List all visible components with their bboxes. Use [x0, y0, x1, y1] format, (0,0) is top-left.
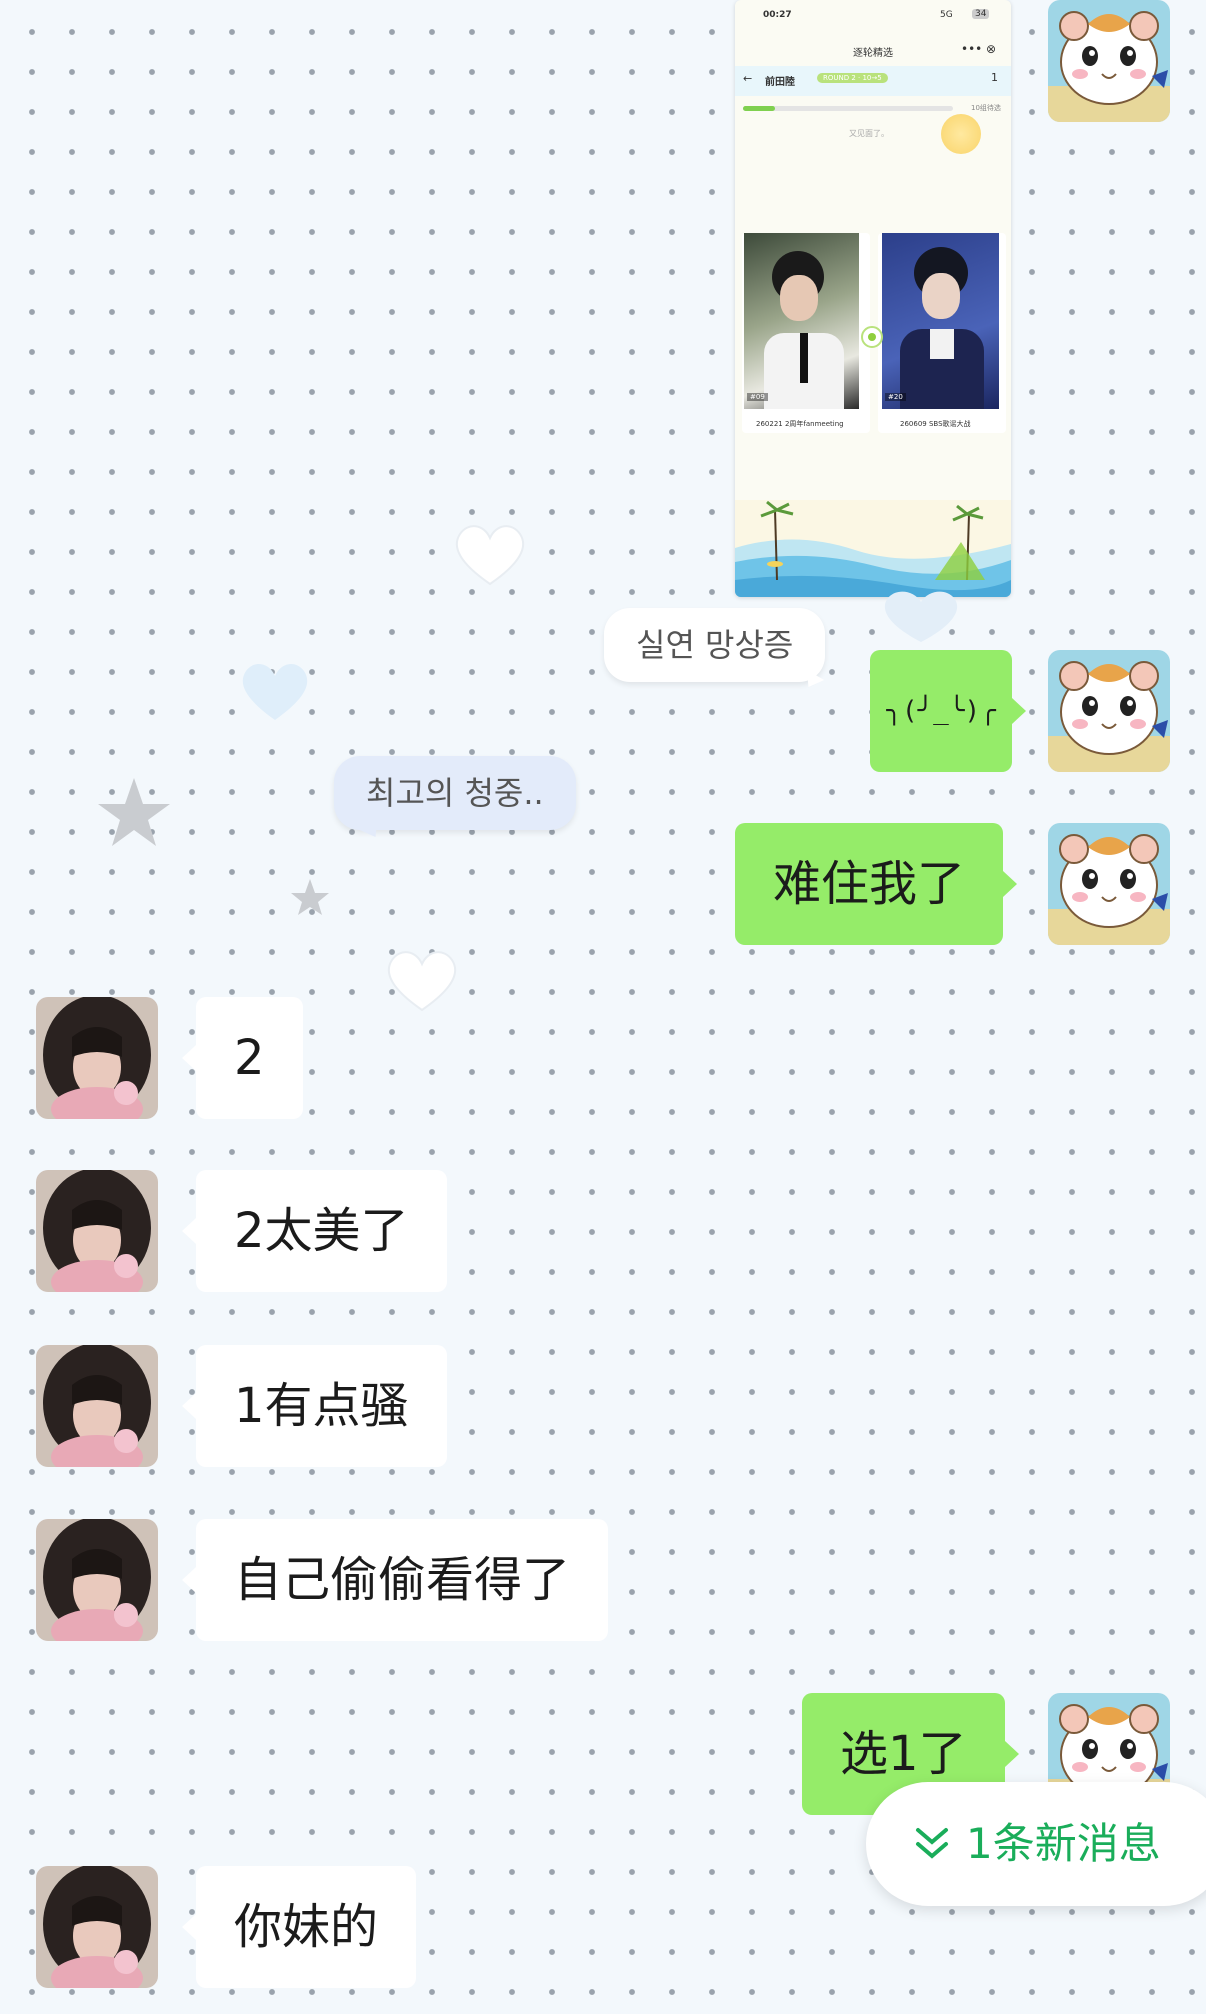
- heart-icon: [242, 663, 308, 720]
- message-bubble-incoming[interactable]: 2: [182, 997, 303, 1119]
- back-arrow-icon: ←: [743, 72, 753, 85]
- battery-indicator: 34: [972, 9, 990, 19]
- contact-avatar-image: [36, 1519, 158, 1641]
- star-icon: [291, 879, 329, 915]
- label-tail: [799, 669, 825, 693]
- star-icon: [98, 778, 170, 846]
- my-avatar[interactable]: [1048, 650, 1170, 772]
- contact-avatar[interactable]: [36, 1866, 158, 1988]
- nav-name: 前田陸: [765, 77, 795, 88]
- message-bubble-incoming[interactable]: 自己偷偷看得了: [181, 1519, 609, 1641]
- card-tag-1: #09: [747, 393, 768, 401]
- photo1-face: [780, 275, 818, 321]
- floating-label-2: 최고의 청중..: [334, 756, 576, 830]
- heart-icon: [455, 525, 525, 586]
- round-badge: ROUND 2 · 10→5: [817, 73, 888, 83]
- new-message-button[interactable]: 1条新消息: [866, 1782, 1206, 1906]
- photo2-face: [922, 273, 960, 319]
- heart-icon: [387, 951, 457, 1012]
- more-icon: •••: [961, 42, 983, 56]
- contact-avatar-image: [36, 1170, 158, 1292]
- signal-indicator: 5G: [940, 10, 953, 20]
- candidate-photo-2: #20: [882, 233, 999, 409]
- progress-text: 10组待选: [971, 104, 1001, 112]
- contact-avatar[interactable]: [36, 1519, 158, 1641]
- photo1-tie: [800, 333, 808, 383]
- close-circle-icon: ⊗: [986, 42, 997, 56]
- new-message-text: 1条新消息: [966, 1819, 1161, 1868]
- round-counter: 1: [991, 71, 998, 84]
- vs-toggle-icon[interactable]: [861, 326, 883, 348]
- floating-label-1: 실연 망상증: [604, 608, 826, 682]
- hamster-avatar-image: [1048, 650, 1170, 772]
- message-bubble-outgoing[interactable]: 难住我了: [735, 823, 1018, 945]
- contact-avatar-image: [36, 997, 158, 1119]
- contact-avatar[interactable]: [36, 1170, 158, 1292]
- sun-icon: [941, 114, 981, 154]
- contact-avatar-image: [36, 1345, 158, 1467]
- message-bubble-incoming[interactable]: 1有点骚: [182, 1345, 447, 1467]
- my-avatar[interactable]: [1048, 823, 1170, 945]
- candidate-photo-1: #09: [744, 233, 859, 409]
- message-bubble-incoming[interactable]: 2太美了: [182, 1170, 447, 1292]
- status-time: 00:27: [763, 10, 792, 20]
- message-bubble-incoming[interactable]: 你妹的: [181, 1866, 417, 1988]
- my-avatar[interactable]: [1048, 0, 1170, 122]
- candidate-card-1[interactable]: #09 260221 2周年fanmeeting: [742, 233, 870, 433]
- hint-text: 又见面了。: [849, 129, 889, 138]
- vs-toggle-dot: [868, 333, 876, 341]
- contact-avatar-image: [36, 1866, 158, 1988]
- hamster-avatar-image: [1048, 0, 1170, 122]
- contact-avatar[interactable]: [36, 1345, 158, 1467]
- beach-scene-illustration: [735, 500, 1011, 597]
- card-caption-1: 260221 2周年fanmeeting: [756, 420, 844, 428]
- progress-track: [743, 106, 953, 111]
- heart-icon: [884, 591, 958, 642]
- hamster-avatar-image: [1048, 823, 1170, 945]
- progress-fill: [743, 106, 775, 111]
- double-chevron-down-icon: [916, 1828, 948, 1859]
- contact-avatar[interactable]: [36, 997, 158, 1119]
- shared-screenshot-image[interactable]: 00:27 5G 34 逐轮精选 ••• ⊗ ← 前田陸 ROUND 2 · 1…: [735, 0, 1011, 597]
- card-tag-2: #20: [885, 393, 906, 401]
- photo2-collar: [930, 329, 954, 359]
- candidate-card-2[interactable]: #20 260609 SBS歌谣大战: [878, 233, 1006, 433]
- card-caption-2: 260609 SBS歌谣大战: [900, 420, 971, 428]
- message-bubble-outgoing[interactable]: ╮(╯_╰)╭: [870, 650, 1026, 772]
